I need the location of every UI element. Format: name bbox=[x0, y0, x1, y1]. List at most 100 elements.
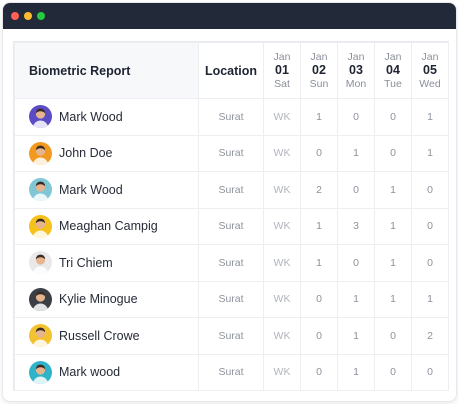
table-row[interactable]: Russell Crowe Surat WK 0 1 0 2 bbox=[14, 317, 449, 355]
employee-cell: Mark wood bbox=[14, 353, 199, 391]
location-column-header[interactable]: Location bbox=[198, 42, 264, 99]
attendance-cell[interactable]: 1 bbox=[374, 244, 412, 282]
table-row[interactable]: Mark wood Surat WK 0 1 0 0 bbox=[14, 353, 449, 391]
attendance-cell[interactable]: 1 bbox=[411, 98, 449, 136]
attendance-cell[interactable]: WK bbox=[263, 280, 301, 318]
day-month: Jan bbox=[347, 51, 365, 64]
employee[interactable]: Kylie Minogue bbox=[29, 287, 198, 311]
day-column-header[interactable]: Jan 05 Wed bbox=[411, 42, 449, 99]
employee[interactable]: Mark Wood bbox=[29, 105, 198, 129]
day-column-header[interactable]: Jan 04 Tue bbox=[374, 42, 412, 99]
attendance-cell[interactable]: WK bbox=[263, 171, 301, 209]
employee-name: Tri Chiem bbox=[59, 255, 113, 270]
employee[interactable]: Mark Wood bbox=[29, 178, 198, 202]
attendance-cell[interactable]: 2 bbox=[300, 171, 338, 209]
attendance-cell[interactable]: WK bbox=[263, 317, 301, 355]
location-cell: Surat bbox=[198, 244, 264, 282]
avatar bbox=[29, 105, 52, 129]
employee-cell: Kylie Minogue bbox=[14, 280, 199, 318]
attendance-cell[interactable]: WK bbox=[263, 134, 301, 172]
employee[interactable]: Mark wood bbox=[29, 360, 198, 384]
attendance-cell[interactable]: 0 bbox=[411, 353, 449, 391]
attendance-cell[interactable]: 1 bbox=[374, 280, 412, 318]
day-weekday: Tue bbox=[384, 77, 402, 90]
day-date: 05 bbox=[423, 63, 437, 78]
day-date: 01 bbox=[275, 63, 289, 78]
attendance-cell[interactable]: 1 bbox=[411, 280, 449, 318]
day-date: 03 bbox=[349, 63, 363, 78]
window-titlebar bbox=[3, 3, 456, 29]
day-weekday: Sun bbox=[309, 77, 329, 90]
employee-cell: Mark Wood bbox=[14, 171, 199, 209]
minimize-window-dot[interactable] bbox=[24, 12, 32, 20]
employee[interactable]: Meaghan Campig bbox=[29, 214, 198, 238]
attendance-cell[interactable]: 1 bbox=[411, 134, 449, 172]
employee-cell: Mark Wood bbox=[14, 98, 199, 136]
table-row[interactable]: Meaghan Campig Surat WK 1 3 1 0 bbox=[14, 207, 449, 245]
location-cell: Surat bbox=[198, 98, 264, 136]
employee-name: Russell Crowe bbox=[59, 328, 140, 343]
attendance-cell[interactable]: 0 bbox=[374, 353, 412, 391]
employee-name: John Doe bbox=[59, 146, 113, 161]
day-month: Jan bbox=[421, 51, 439, 64]
attendance-cell[interactable]: 0 bbox=[374, 98, 412, 136]
table-row[interactable]: Tri Chiem Surat WK 1 0 1 0 bbox=[14, 244, 449, 282]
close-window-dot[interactable] bbox=[11, 12, 19, 20]
employee[interactable]: Tri Chiem bbox=[29, 251, 198, 275]
attendance-cell[interactable]: 0 bbox=[411, 171, 449, 209]
attendance-cell[interactable]: 1 bbox=[300, 98, 338, 136]
table-row[interactable]: John Doe Surat WK 0 1 0 1 bbox=[14, 134, 449, 172]
day-month: Jan bbox=[273, 51, 291, 64]
attendance-cell[interactable]: WK bbox=[263, 244, 301, 282]
table-row[interactable]: Kylie Minogue Surat WK 0 1 1 1 bbox=[14, 280, 449, 318]
table-row[interactable]: Mark Wood Surat WK 1 0 0 1 bbox=[14, 98, 449, 136]
location-cell: Surat bbox=[198, 353, 264, 391]
attendance-cell[interactable]: 0 bbox=[337, 171, 375, 209]
attendance-cell[interactable]: 0 bbox=[374, 134, 412, 172]
day-weekday: Mon bbox=[345, 77, 367, 90]
attendance-cell[interactable]: 0 bbox=[300, 353, 338, 391]
location-cell: Surat bbox=[198, 171, 264, 209]
attendance-cell[interactable]: 0 bbox=[411, 244, 449, 282]
day-month: Jan bbox=[310, 51, 328, 64]
attendance-cell[interactable]: 1 bbox=[300, 244, 338, 282]
attendance-cell[interactable]: 0 bbox=[300, 134, 338, 172]
attendance-cell[interactable]: 1 bbox=[337, 134, 375, 172]
attendance-cell[interactable]: 0 bbox=[337, 244, 375, 282]
attendance-cell[interactable]: WK bbox=[263, 207, 301, 245]
day-column-header[interactable]: Jan 03 Mon bbox=[337, 42, 375, 99]
location-cell: Surat bbox=[198, 207, 264, 245]
attendance-cell[interactable]: 3 bbox=[337, 207, 375, 245]
avatar bbox=[29, 178, 52, 202]
attendance-cell[interactable]: 1 bbox=[374, 207, 412, 245]
attendance-cell[interactable]: 0 bbox=[337, 98, 375, 136]
attendance-cell[interactable]: 1 bbox=[300, 207, 338, 245]
day-column-header[interactable]: Jan 01 Sat bbox=[263, 42, 301, 99]
day-column-header[interactable]: Jan 02 Sun bbox=[300, 42, 338, 99]
attendance-cell[interactable]: 1 bbox=[337, 353, 375, 391]
employee-name: Kylie Minogue bbox=[59, 292, 138, 307]
attendance-cell[interactable]: 0 bbox=[411, 207, 449, 245]
avatar bbox=[29, 251, 52, 275]
avatar bbox=[29, 324, 52, 348]
day-date: 02 bbox=[312, 63, 326, 78]
attendance-cell[interactable]: WK bbox=[263, 353, 301, 391]
attendance-cell[interactable]: 0 bbox=[300, 317, 338, 355]
attendance-cell[interactable]: 2 bbox=[411, 317, 449, 355]
attendance-cell[interactable]: 0 bbox=[374, 317, 412, 355]
employee[interactable]: John Doe bbox=[29, 141, 198, 165]
biometric-report-table: Biometric Report Location Jan 01 Sat Jan 02… bbox=[13, 41, 449, 391]
employee-name: Mark Wood bbox=[59, 182, 123, 197]
attendance-cell[interactable]: 1 bbox=[374, 171, 412, 209]
maximize-window-dot[interactable] bbox=[37, 12, 45, 20]
employee[interactable]: Russell Crowe bbox=[29, 324, 198, 348]
employee-name: Meaghan Campig bbox=[59, 219, 158, 234]
employee-name: Mark wood bbox=[59, 365, 121, 380]
table-row[interactable]: Mark Wood Surat WK 2 0 1 0 bbox=[14, 171, 449, 209]
attendance-cell[interactable]: 1 bbox=[337, 280, 375, 318]
employee-cell: Russell Crowe bbox=[14, 317, 199, 355]
attendance-cell[interactable]: 0 bbox=[300, 280, 338, 318]
attendance-cell[interactable]: 1 bbox=[337, 317, 375, 355]
day-weekday: Sat bbox=[274, 77, 290, 90]
attendance-cell[interactable]: WK bbox=[263, 98, 301, 136]
